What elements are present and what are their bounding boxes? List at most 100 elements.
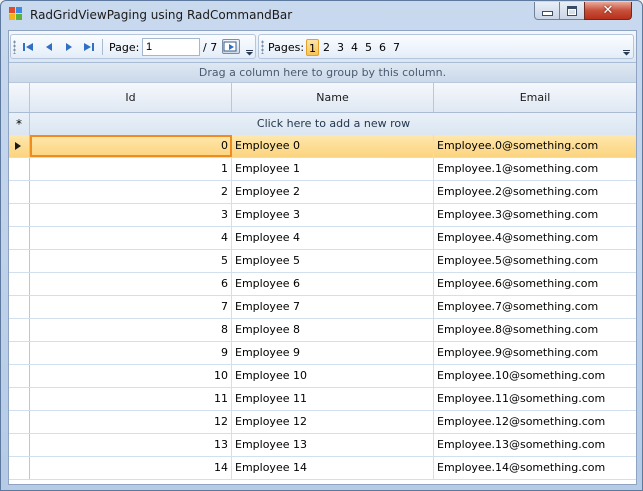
cell-id[interactable]: 12 — [30, 411, 232, 433]
table-row[interactable]: 8 Employee 8 Employee.8@something.com — [9, 319, 636, 342]
cell-name[interactable]: Employee 7 — [232, 296, 434, 318]
cell-name[interactable]: Employee 8 — [232, 319, 434, 341]
cell-name[interactable]: Employee 3 — [232, 204, 434, 226]
cell-id[interactable]: 0 — [30, 135, 232, 157]
table-row[interactable]: 5 Employee 5 Employee.5@something.com — [9, 250, 636, 273]
cell-id[interactable]: 10 — [30, 365, 232, 387]
cell-email[interactable]: Employee.6@something.com — [434, 273, 636, 295]
cell-id[interactable]: 3 — [30, 204, 232, 226]
row-indicator[interactable] — [9, 158, 30, 180]
cell-id[interactable]: 5 — [30, 250, 232, 272]
table-row[interactable]: 13 Employee 13 Employee.13@something.com — [9, 434, 636, 457]
cell-email[interactable]: Employee.14@something.com — [434, 457, 636, 479]
page-button-1[interactable]: 1 — [306, 39, 319, 56]
cell-id[interactable]: 11 — [30, 388, 232, 410]
row-indicator[interactable] — [9, 342, 30, 364]
cell-name[interactable]: Employee 6 — [232, 273, 434, 295]
cell-name[interactable]: Employee 1 — [232, 158, 434, 180]
cell-name[interactable]: Employee 10 — [232, 365, 434, 387]
cell-name[interactable]: Employee 13 — [232, 434, 434, 456]
previous-page-button[interactable] — [41, 40, 57, 54]
cell-id[interactable]: 13 — [30, 434, 232, 456]
row-indicator[interactable] — [9, 388, 30, 410]
table-row[interactable]: 7 Employee 7 Employee.7@something.com — [9, 296, 636, 319]
go-to-page-button[interactable] — [222, 39, 240, 54]
minimize-button[interactable] — [534, 2, 560, 20]
cell-id[interactable]: 2 — [30, 181, 232, 203]
cell-id[interactable]: 7 — [30, 296, 232, 318]
cell-email[interactable]: Employee.3@something.com — [434, 204, 636, 226]
add-new-row[interactable]: * Click here to add a new row — [9, 113, 636, 136]
cell-name[interactable]: Employee 9 — [232, 342, 434, 364]
table-row[interactable]: 4 Employee 4 Employee.4@something.com — [9, 227, 636, 250]
table-row[interactable]: 11 Employee 11 Employee.11@something.com — [9, 388, 636, 411]
cell-email[interactable]: Employee.13@something.com — [434, 434, 636, 456]
group-panel[interactable]: Drag a column here to group by this colu… — [9, 63, 636, 83]
title-bar[interactable]: RadGridViewPaging using RadCommandBar ✕ — [1, 1, 642, 29]
row-indicator[interactable] — [9, 411, 30, 433]
column-header-name[interactable]: Name — [232, 83, 434, 112]
table-row[interactable]: 2 Employee 2 Employee.2@something.com — [9, 181, 636, 204]
cell-name[interactable]: Employee 5 — [232, 250, 434, 272]
cell-email[interactable]: Employee.9@something.com — [434, 342, 636, 364]
row-indicator[interactable] — [9, 250, 30, 272]
row-indicator[interactable] — [9, 434, 30, 456]
strip-overflow-button[interactable] — [244, 37, 254, 56]
maximize-button[interactable] — [559, 2, 585, 20]
page-button-6[interactable]: 6 — [376, 39, 389, 56]
cell-id[interactable]: 1 — [30, 158, 232, 180]
cell-id[interactable]: 14 — [30, 457, 232, 479]
page-button-3[interactable]: 3 — [334, 39, 347, 56]
table-row[interactable]: 6 Employee 6 Employee.6@something.com — [9, 273, 636, 296]
cell-email[interactable]: Employee.5@something.com — [434, 250, 636, 272]
row-indicator[interactable] — [9, 273, 30, 295]
cell-name[interactable]: Employee 12 — [232, 411, 434, 433]
next-page-button[interactable] — [61, 40, 77, 54]
column-header-email[interactable]: Email — [434, 83, 636, 112]
cell-email[interactable]: Employee.7@something.com — [434, 296, 636, 318]
table-row[interactable]: 9 Employee 9 Employee.9@something.com — [9, 342, 636, 365]
cell-id[interactable]: 9 — [30, 342, 232, 364]
cell-name[interactable]: Employee 0 — [232, 135, 434, 157]
page-button-4[interactable]: 4 — [348, 39, 361, 56]
cell-id[interactable]: 6 — [30, 273, 232, 295]
cell-name[interactable]: Employee 11 — [232, 388, 434, 410]
row-indicator[interactable] — [9, 135, 30, 157]
page-button-7[interactable]: 7 — [390, 39, 403, 56]
table-row[interactable]: 12 Employee 12 Employee.12@something.com — [9, 411, 636, 434]
cell-email[interactable]: Employee.4@something.com — [434, 227, 636, 249]
table-row[interactable]: 0 Employee 0 Employee.0@something.com — [9, 135, 636, 158]
column-header-id[interactable]: Id — [30, 83, 232, 112]
cell-email[interactable]: Employee.11@something.com — [434, 388, 636, 410]
cell-name[interactable]: Employee 14 — [232, 457, 434, 479]
row-indicator[interactable] — [9, 319, 30, 341]
cell-name[interactable]: Employee 4 — [232, 227, 434, 249]
cell-email[interactable]: Employee.1@something.com — [434, 158, 636, 180]
row-indicator[interactable] — [9, 365, 30, 387]
row-indicator[interactable] — [9, 227, 30, 249]
cell-email[interactable]: Employee.10@something.com — [434, 365, 636, 387]
cell-id[interactable]: 8 — [30, 319, 232, 341]
cell-email[interactable]: Employee.12@something.com — [434, 411, 636, 433]
strip-grip[interactable] — [13, 40, 16, 54]
row-indicator[interactable] — [9, 296, 30, 318]
cell-email[interactable]: Employee.0@something.com — [434, 135, 636, 157]
table-row[interactable]: 10 Employee 10 Employee.10@something.com — [9, 365, 636, 388]
first-page-button[interactable] — [20, 40, 36, 54]
row-indicator[interactable] — [9, 457, 30, 479]
cell-name[interactable]: Employee 2 — [232, 181, 434, 203]
row-indicator[interactable] — [9, 204, 30, 226]
page-button-2[interactable]: 2 — [320, 39, 333, 56]
page-number-input[interactable] — [142, 38, 200, 56]
cell-id[interactable]: 4 — [30, 227, 232, 249]
page-button-5[interactable]: 5 — [362, 39, 375, 56]
cell-email[interactable]: Employee.8@something.com — [434, 319, 636, 341]
last-page-button[interactable] — [81, 40, 97, 54]
row-indicator[interactable] — [9, 181, 30, 203]
close-button[interactable]: ✕ — [584, 2, 632, 20]
cell-email[interactable]: Employee.2@something.com — [434, 181, 636, 203]
table-row[interactable]: 14 Employee 14 Employee.14@something.com — [9, 457, 636, 480]
table-row[interactable]: 1 Employee 1 Employee.1@something.com — [9, 158, 636, 181]
strip-grip[interactable] — [261, 40, 264, 54]
strip-overflow-button[interactable] — [621, 37, 631, 56]
